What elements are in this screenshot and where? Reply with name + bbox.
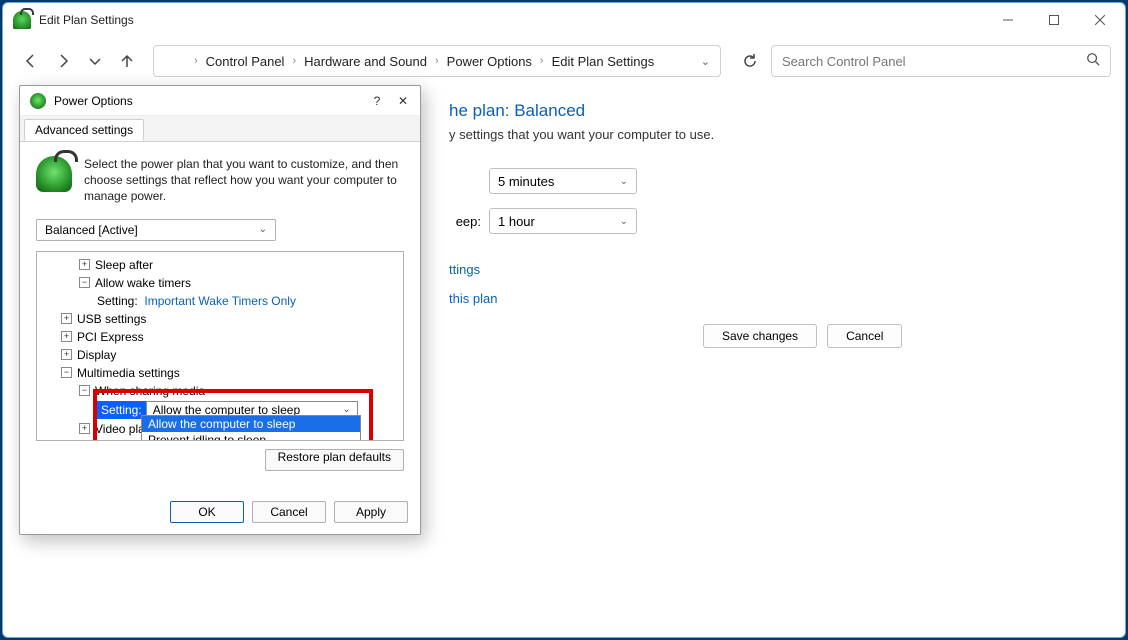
crumb-hardware[interactable]: Hardware and Sound: [300, 52, 431, 71]
power-icon: [30, 93, 46, 109]
sleep-timeout-select[interactable]: 1 hour ⌄: [489, 208, 637, 234]
main-window: Edit Plan Settings › Control Panel › Har…: [2, 2, 1126, 638]
dialog-titlebar: Power Options ? ✕: [20, 86, 420, 116]
tree-allow-wake-timers[interactable]: −Allow wake timers: [43, 274, 397, 292]
chevron-down-icon: ⌄: [620, 216, 628, 227]
search-box[interactable]: [771, 45, 1111, 77]
expand-icon[interactable]: +: [79, 423, 90, 434]
collapse-icon[interactable]: −: [79, 385, 90, 396]
sleep-timeout-value: 1 hour: [498, 214, 535, 229]
tree-display[interactable]: +Display: [43, 346, 397, 364]
chevron-down-icon: ⌄: [259, 224, 267, 235]
collapse-icon[interactable]: −: [79, 277, 90, 288]
back-button[interactable]: [17, 47, 45, 75]
tree-pci-express[interactable]: +PCI Express: [43, 328, 397, 346]
dialog-intro: Select the power plan that you want to c…: [36, 156, 404, 205]
search-input[interactable]: [782, 54, 1086, 69]
dialog-intro-text: Select the power plan that you want to c…: [84, 156, 404, 205]
expand-icon[interactable]: +: [61, 331, 72, 342]
display-timeout-value: 5 minutes: [498, 174, 554, 189]
advanced-settings-link[interactable]: ttings: [449, 262, 480, 277]
chevron-down-icon[interactable]: ⌄: [701, 55, 710, 68]
chevron-right-icon: ›: [288, 55, 300, 67]
tree-usb-settings[interactable]: +USB settings: [43, 310, 397, 328]
power-options-dialog: Power Options ? ✕ Advanced settings Sele…: [19, 85, 421, 535]
window-title: Edit Plan Settings: [39, 13, 985, 27]
restore-row: Restore plan defaults: [36, 449, 404, 471]
main-titlebar: Edit Plan Settings: [3, 3, 1125, 37]
chevron-down-icon: ⌄: [620, 176, 628, 187]
highlight-box: [93, 389, 373, 441]
crumb-control-panel[interactable]: Control Panel: [202, 52, 289, 71]
tab-advanced-settings[interactable]: Advanced settings: [24, 119, 144, 141]
chevron-right-icon: ›: [190, 55, 202, 67]
toolbar: › Control Panel › Hardware and Sound › P…: [3, 37, 1125, 85]
dialog-close-button[interactable]: ✕: [390, 89, 416, 113]
power-icon: [164, 51, 184, 71]
tree-multimedia-settings[interactable]: −Multimedia settings: [43, 364, 397, 382]
expand-icon[interactable]: +: [61, 349, 72, 360]
restore-defaults-link[interactable]: this plan: [449, 291, 497, 306]
sleep-label: eep:: [449, 214, 489, 229]
chevron-right-icon: ›: [431, 55, 443, 67]
crumb-edit-plan[interactable]: Edit Plan Settings: [548, 52, 659, 71]
dialog-footer: OK Cancel Apply: [20, 490, 420, 534]
dialog-title: Power Options: [54, 94, 364, 108]
expand-icon[interactable]: +: [61, 313, 72, 324]
cancel-button[interactable]: Cancel: [827, 324, 902, 348]
power-plan-value: Balanced [Active]: [45, 223, 138, 237]
forward-button[interactable]: [49, 47, 77, 75]
power-plan-icon: [36, 156, 72, 192]
settings-tree[interactable]: +Sleep after −Allow wake timers Setting:…: [36, 251, 404, 441]
maximize-button[interactable]: [1031, 6, 1077, 34]
dialog-body: Select the power plan that you want to c…: [20, 142, 420, 481]
power-plan-select[interactable]: Balanced [Active] ⌄: [36, 219, 276, 241]
save-changes-button[interactable]: Save changes: [703, 324, 817, 348]
expand-icon[interactable]: +: [79, 259, 90, 270]
minimize-button[interactable]: [985, 6, 1031, 34]
apply-button[interactable]: Apply: [334, 501, 408, 523]
tab-strip: Advanced settings: [20, 116, 420, 142]
display-timeout-select[interactable]: 5 minutes ⌄: [489, 168, 637, 194]
collapse-icon[interactable]: −: [61, 367, 72, 378]
wake-setting-value[interactable]: Important Wake Timers Only: [144, 294, 296, 308]
ok-button[interactable]: OK: [170, 501, 244, 523]
tree-sleep-after[interactable]: +Sleep after: [43, 256, 397, 274]
power-icon: [13, 11, 31, 29]
restore-plan-defaults-button[interactable]: Restore plan defaults: [265, 449, 404, 471]
search-icon[interactable]: [1086, 52, 1100, 71]
help-button[interactable]: ?: [364, 89, 390, 113]
address-bar[interactable]: › Control Panel › Hardware and Sound › P…: [153, 45, 721, 77]
crumb-power-options[interactable]: Power Options: [443, 52, 536, 71]
dialog-cancel-button[interactable]: Cancel: [252, 501, 326, 523]
close-button[interactable]: [1077, 6, 1123, 34]
chevron-right-icon: ›: [536, 55, 548, 67]
history-dropdown[interactable]: [81, 47, 109, 75]
refresh-button[interactable]: [733, 45, 767, 77]
tree-wake-setting: Setting: Important Wake Timers Only: [43, 292, 397, 310]
up-button[interactable]: [113, 47, 141, 75]
